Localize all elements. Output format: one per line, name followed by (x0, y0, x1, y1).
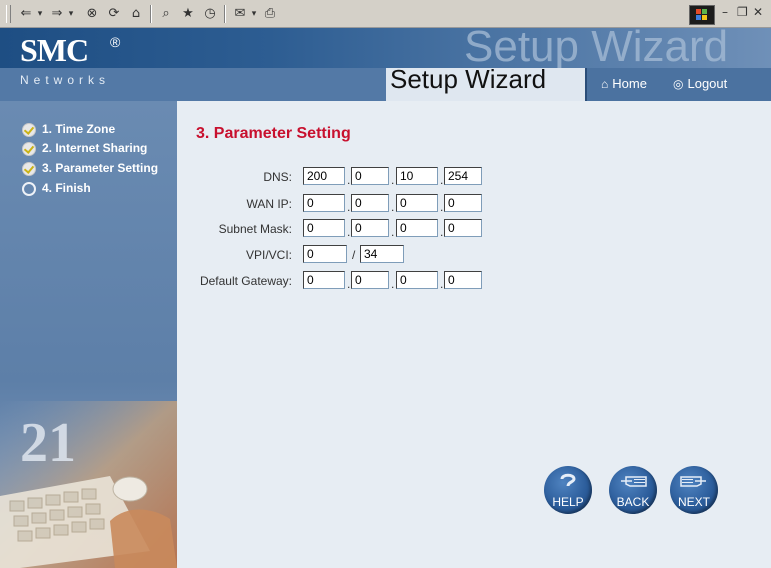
dns-octet-3-input[interactable] (396, 167, 438, 185)
octet-dot: . (440, 200, 444, 214)
browser-toolbar: ⇐ ▾ ⇒ ▾ ⊗ ⟳ ⌂ ⌕ ★ ◷ ✉ ▾ ⎙ – ❐ ✕ (0, 0, 771, 28)
gateway-octet-4-input[interactable] (444, 271, 482, 289)
dns-octet-4-input[interactable] (444, 167, 482, 185)
subnet-mask-octet-4-input[interactable] (444, 219, 482, 237)
forward-dropdown-icon[interactable]: ▾ (66, 4, 76, 24)
close-icon[interactable]: ✕ (753, 5, 763, 19)
wan-ip-label: WAN IP: (246, 197, 292, 211)
history-icon[interactable]: ◷ (202, 4, 218, 24)
step-label: 2. Internet Sharing (42, 141, 148, 155)
dns-octet-1-input[interactable] (303, 167, 345, 185)
octet-dot: . (347, 173, 351, 187)
wan-ip-octet-3-input[interactable] (396, 194, 438, 212)
check-icon (22, 162, 36, 176)
page-header: Setup Wizard SMC ® Networks Setup Wizard… (0, 28, 771, 101)
vpi-vci-row: VPI/VCI: / (177, 245, 771, 267)
help-button[interactable]: HELP (544, 466, 592, 514)
octet-dot: . (347, 277, 351, 291)
home-link[interactable]: ⌂ Home (601, 76, 647, 91)
forward-arrow-icon[interactable]: ⇒ (49, 4, 65, 24)
stop-icon[interactable]: ⊗ (84, 4, 100, 24)
octet-dot: . (391, 173, 395, 187)
check-icon (22, 142, 36, 156)
octet-dot: . (347, 200, 351, 214)
refresh-icon[interactable]: ⟳ (106, 4, 122, 24)
restore-icon[interactable]: ❐ (737, 5, 748, 19)
logout-link-label: Logout (687, 76, 728, 91)
smc-logo: SMC (20, 32, 89, 68)
wizard-sidebar: 1. Time Zone 2. Internet Sharing 3. Para… (0, 101, 177, 568)
subnet-mask-row: Subnet Mask: . . . (177, 219, 771, 241)
step-label: 1. Time Zone (42, 122, 116, 136)
mail-dropdown-icon[interactable]: ▾ (249, 4, 259, 24)
toolbar-separator (224, 5, 226, 23)
logout-icon: ◎ (673, 77, 684, 91)
help-button-label: HELP (552, 495, 584, 509)
next-button[interactable]: NEXT (670, 466, 718, 514)
logo-subtitle: Networks (20, 73, 111, 87)
gateway-octet-3-input[interactable] (396, 271, 438, 289)
header-nav: ⌂ Home ◎ Logout (585, 68, 771, 101)
minimize-icon[interactable]: – (722, 5, 728, 19)
vpi-vci-separator: / (352, 248, 356, 262)
search-icon[interactable]: ⌕ (158, 4, 174, 24)
mail-icon[interactable]: ✉ (232, 4, 248, 24)
logout-link[interactable]: ◎ Logout (673, 76, 727, 91)
step-label: 4. Finish (42, 181, 91, 195)
keyboard-hand-illustration: 21 (0, 401, 177, 568)
page-title: Setup Wizard (390, 64, 547, 94)
wan-ip-octet-4-input[interactable] (444, 194, 482, 212)
subnet-mask-label: Subnet Mask: (218, 222, 292, 236)
home-icon[interactable]: ⌂ (128, 4, 144, 24)
favorites-icon[interactable]: ★ (180, 4, 196, 24)
dns-row: DNS: . . . (177, 167, 771, 189)
windows-logo-icon (689, 5, 715, 25)
hand-pointing-right-icon (680, 476, 706, 487)
back-dropdown-icon[interactable]: ▾ (35, 4, 45, 24)
octet-dot: . (347, 225, 351, 239)
registered-mark: ® (110, 34, 121, 50)
toolbar-separator (150, 5, 152, 23)
wan-ip-row: WAN IP: . . . (177, 194, 771, 216)
vpi-vci-label: VPI/VCI: (245, 248, 292, 262)
vci-input[interactable] (360, 245, 404, 263)
wan-ip-octet-1-input[interactable] (303, 194, 345, 212)
next-button-label: NEXT (677, 495, 710, 509)
back-button[interactable]: BACK (609, 466, 657, 514)
octet-dot: . (440, 225, 444, 239)
check-icon (22, 123, 36, 137)
print-icon[interactable]: ⎙ (262, 4, 278, 24)
subnet-mask-octet-1-input[interactable] (303, 219, 345, 237)
dns-label: DNS: (263, 170, 292, 184)
dns-octet-2-input[interactable] (351, 167, 389, 185)
back-button-label: BACK (616, 495, 650, 509)
question-mark-icon (560, 473, 576, 487)
section-title: 3. Parameter Setting (196, 125, 351, 142)
subnet-mask-octet-3-input[interactable] (396, 219, 438, 237)
decoration-number: 21 (20, 412, 76, 474)
octet-dot: . (391, 200, 395, 214)
gateway-octet-2-input[interactable] (351, 271, 389, 289)
default-gateway-row: Default Gateway: . . . (177, 271, 771, 293)
octet-dot: . (391, 277, 395, 291)
home-link-label: Home (612, 76, 647, 91)
hand-pointing-left-icon (621, 476, 647, 487)
home-icon: ⌂ (601, 77, 609, 91)
default-gateway-label: Default Gateway: (199, 274, 292, 288)
toolbar-grip[interactable] (6, 5, 11, 23)
step-label: 3. Parameter Setting (42, 161, 159, 175)
gateway-octet-1-input[interactable] (303, 271, 345, 289)
octet-dot: . (440, 277, 444, 291)
back-arrow-icon[interactable]: ⇐ (18, 4, 34, 24)
wan-ip-octet-2-input[interactable] (351, 194, 389, 212)
octet-dot: . (440, 173, 444, 187)
octet-dot: . (391, 225, 395, 239)
vpi-input[interactable] (303, 245, 347, 263)
circle-icon (22, 182, 36, 196)
main-content: 3. Parameter Setting DNS: . . . WAN IP: … (177, 101, 771, 568)
subnet-mask-octet-2-input[interactable] (351, 219, 389, 237)
